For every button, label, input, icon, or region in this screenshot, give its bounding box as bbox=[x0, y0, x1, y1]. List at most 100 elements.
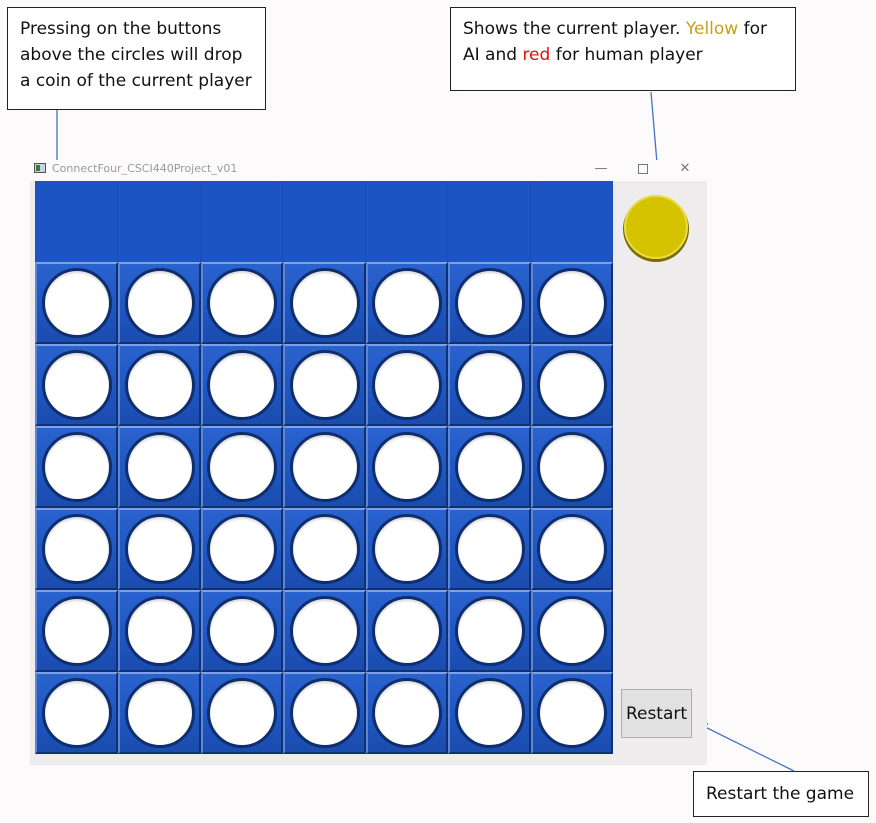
empty-slot bbox=[454, 678, 525, 748]
drop-button-col-1[interactable] bbox=[35, 181, 118, 262]
game-board bbox=[35, 262, 613, 754]
board-cell-r4-c4 bbox=[283, 508, 366, 590]
board-cell-r2-c2 bbox=[118, 344, 201, 426]
minimize-button[interactable]: — bbox=[586, 160, 616, 181]
empty-slot bbox=[207, 678, 277, 748]
board-cell-r1-c3 bbox=[201, 262, 283, 344]
drop-button-col-2[interactable] bbox=[118, 181, 201, 262]
board-cell-r3-c6 bbox=[448, 426, 531, 508]
board-cell-r2-c5 bbox=[366, 344, 448, 426]
callout-drop-buttons-line2: above the circles will drop bbox=[20, 45, 243, 65]
empty-slot bbox=[207, 432, 277, 502]
empty-slot bbox=[41, 514, 112, 584]
empty-slot bbox=[537, 432, 607, 502]
board-cell-r1-c4 bbox=[283, 262, 366, 344]
empty-slot bbox=[289, 350, 360, 420]
callout-restart: Restart the game bbox=[693, 771, 869, 817]
board-cell-r4-c7 bbox=[531, 508, 613, 590]
close-button[interactable]: ✕ bbox=[670, 160, 700, 181]
callout-drop-buttons-line1: Pressing on the buttons bbox=[20, 19, 222, 39]
board-cell-r3-c3 bbox=[201, 426, 283, 508]
callout-player-line2: AI and red for human player bbox=[463, 42, 783, 68]
empty-slot bbox=[207, 268, 277, 338]
empty-slot bbox=[124, 432, 195, 502]
board-cell-r5-c7 bbox=[531, 590, 613, 672]
empty-slot bbox=[207, 350, 277, 420]
board-cell-r5-c6 bbox=[448, 590, 531, 672]
empty-slot bbox=[454, 268, 525, 338]
board-cell-r5-c2 bbox=[118, 590, 201, 672]
empty-slot bbox=[537, 596, 607, 666]
empty-slot bbox=[41, 350, 112, 420]
empty-slot bbox=[537, 350, 607, 420]
empty-slot bbox=[41, 596, 112, 666]
board-cell-r3-c4 bbox=[283, 426, 366, 508]
drop-button-col-5[interactable] bbox=[366, 181, 448, 262]
callout-drop-buttons: Pressing on the buttons above the circle… bbox=[7, 7, 266, 110]
app-window: ConnectFour_CSCI440Project_v01 — ✕ Resta… bbox=[30, 160, 707, 765]
empty-slot bbox=[372, 514, 442, 584]
empty-slot bbox=[124, 350, 195, 420]
restart-button[interactable]: Restart bbox=[621, 689, 692, 738]
empty-slot bbox=[537, 514, 607, 584]
callout-drop-buttons-line3: a coin of the current player bbox=[20, 71, 252, 91]
empty-slot bbox=[454, 432, 525, 502]
callout-player-text2: for bbox=[738, 19, 767, 39]
board-cell-r6-c1 bbox=[35, 672, 118, 754]
board-cell-r4-c5 bbox=[366, 508, 448, 590]
empty-slot bbox=[372, 268, 442, 338]
drop-button-col-6[interactable] bbox=[448, 181, 531, 262]
title-bar: ConnectFour_CSCI440Project_v01 — ✕ bbox=[30, 160, 707, 181]
empty-slot bbox=[41, 432, 112, 502]
board-cell-r3-c7 bbox=[531, 426, 613, 508]
arrow-to-restart-button bbox=[697, 723, 795, 772]
board-cell-r2-c1 bbox=[35, 344, 118, 426]
empty-slot bbox=[124, 596, 195, 666]
empty-slot bbox=[289, 268, 360, 338]
callout-player-yellow-word: Yellow bbox=[685, 19, 739, 39]
board-cell-r4-c6 bbox=[448, 508, 531, 590]
board-cell-r1-c7 bbox=[531, 262, 613, 344]
empty-slot bbox=[207, 596, 277, 666]
drop-button-row bbox=[35, 181, 613, 262]
empty-slot bbox=[372, 678, 442, 748]
empty-slot bbox=[372, 596, 442, 666]
callout-player-red-word: red bbox=[522, 45, 551, 65]
close-icon: ✕ bbox=[679, 161, 691, 176]
board-cell-r6-c2 bbox=[118, 672, 201, 754]
callout-player-text1: Shows the current player. bbox=[463, 19, 686, 39]
board-cell-r3-c2 bbox=[118, 426, 201, 508]
empty-slot bbox=[454, 514, 525, 584]
board-cell-r5-c3 bbox=[201, 590, 283, 672]
board-cell-r2-c4 bbox=[283, 344, 366, 426]
empty-slot bbox=[289, 432, 360, 502]
board-cell-r1-c1 bbox=[35, 262, 118, 344]
empty-slot bbox=[537, 678, 607, 748]
board-cell-r3-c1 bbox=[35, 426, 118, 508]
maximize-icon bbox=[638, 164, 648, 174]
board-cell-r5-c5 bbox=[366, 590, 448, 672]
maximize-button[interactable] bbox=[628, 160, 658, 181]
board-cell-r4-c1 bbox=[35, 508, 118, 590]
empty-slot bbox=[372, 432, 442, 502]
minimize-icon: — bbox=[594, 161, 608, 176]
empty-slot bbox=[289, 596, 360, 666]
empty-slot bbox=[124, 678, 195, 748]
drop-button-col-4[interactable] bbox=[283, 181, 366, 262]
drop-button-col-3[interactable] bbox=[201, 181, 283, 262]
empty-slot bbox=[124, 514, 195, 584]
empty-slot bbox=[372, 350, 442, 420]
callout-current-player: Shows the current player. Yellow for AI … bbox=[450, 7, 796, 91]
empty-slot bbox=[124, 268, 195, 338]
board-cell-r1-c5 bbox=[366, 262, 448, 344]
board-cell-r2-c7 bbox=[531, 344, 613, 426]
callout-player-line1: Shows the current player. Yellow for bbox=[463, 16, 783, 42]
drop-button-col-7[interactable] bbox=[531, 181, 613, 262]
empty-slot bbox=[41, 268, 112, 338]
board-cell-r2-c3 bbox=[201, 344, 283, 426]
callout-restart-text: Restart the game bbox=[706, 784, 855, 804]
board-cell-r6-c6 bbox=[448, 672, 531, 754]
callout-player-text4: for human player bbox=[550, 45, 703, 65]
board-cell-r1-c2 bbox=[118, 262, 201, 344]
empty-slot bbox=[289, 514, 360, 584]
